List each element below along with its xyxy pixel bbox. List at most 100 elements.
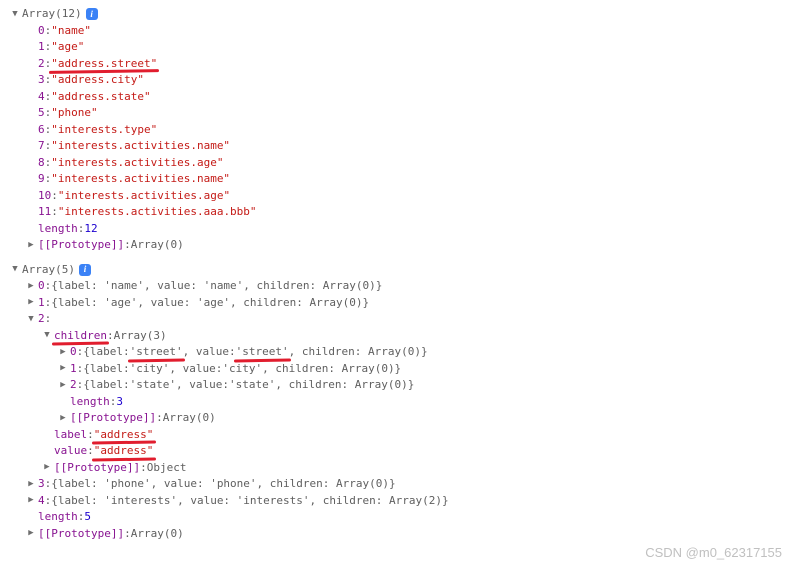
console-array-5: ▼ Array(5) i ▶ 0: {label: 'name', value:… xyxy=(10,262,802,543)
console-array-12: ▼ Array(12) i ▶0: "name"▶1: "age"▶2: "ad… xyxy=(10,6,802,254)
chevron-right-icon[interactable]: ▶ xyxy=(26,478,36,492)
tree-row[interactable]: ▶ 4: {label: 'interests', value: 'intere… xyxy=(26,493,802,510)
info-icon[interactable]: i xyxy=(86,8,98,20)
index-label: 6 xyxy=(38,122,45,139)
prototype-value: Array(0) xyxy=(163,410,216,427)
object-summary: {label: 'name', value: 'name', children:… xyxy=(51,278,382,295)
children-value: Array(3) xyxy=(114,328,167,345)
label-value: 'state' xyxy=(130,377,176,394)
index-label: 2 xyxy=(70,377,77,394)
array-12-header-row[interactable]: ▼ Array(12) i xyxy=(10,6,802,23)
chevron-right-icon[interactable]: ▶ xyxy=(42,461,52,475)
label-value: 'city' xyxy=(130,361,170,378)
label-value: "address" xyxy=(94,427,154,444)
array-12-header: Array(12) xyxy=(22,6,82,23)
tree-row[interactable]: ▶ 0: {label: 'name', value: 'name', chil… xyxy=(26,278,802,295)
watermark-text: CSDN @m0_62317155 xyxy=(645,543,782,563)
children-label: children xyxy=(54,328,107,345)
string-value: "name" xyxy=(51,23,91,40)
children-proto-row[interactable]: ▶ [[Prototype]]: Array(0) xyxy=(58,410,802,427)
length-value: 12 xyxy=(84,221,97,238)
prototype-label: [[Prototype]] xyxy=(38,526,124,543)
chevron-right-icon[interactable]: ▶ xyxy=(26,494,36,508)
index-label: 2 xyxy=(38,311,45,328)
value-value: 'street' xyxy=(236,344,289,361)
info-icon[interactable]: i xyxy=(79,264,91,276)
string-value: "interests.activities.name" xyxy=(51,138,230,155)
chevron-down-icon[interactable]: ▼ xyxy=(42,329,52,343)
value-key: value xyxy=(54,443,87,460)
array-5-proto-row[interactable]: ▶ [[Prototype]]: Array(0) xyxy=(26,526,802,543)
index-label: 3 xyxy=(38,72,45,89)
tree-row: ▶1: "age" xyxy=(26,39,802,56)
proto-row[interactable]: ▶ [[Prototype]]: Object xyxy=(42,460,802,477)
chevron-right-icon[interactable]: ▶ xyxy=(58,379,68,393)
chevron-down-icon[interactable]: ▼ xyxy=(10,263,20,277)
array-5-header-row[interactable]: ▼ Array(5) i xyxy=(10,262,802,279)
index-label: 11 xyxy=(38,204,51,221)
tree-row[interactable]: ▶ 3: {label: 'phone', value: 'phone', ch… xyxy=(26,476,802,493)
chevron-right-icon[interactable]: ▶ xyxy=(58,412,68,426)
string-value: "address.city" xyxy=(51,72,144,89)
prototype-value: Array(0) xyxy=(131,237,184,254)
label-value: 'street' xyxy=(130,344,183,361)
tree-row[interactable]: ▶2: {label: 'state', value: 'state', chi… xyxy=(58,377,802,394)
string-value: "address.street" xyxy=(51,56,157,73)
tree-row[interactable]: ▶ 1: {label: 'age', value: 'age', childr… xyxy=(26,295,802,312)
index-label: 0 xyxy=(38,23,45,40)
tree-row[interactable]: ▶1: {label: 'city', value: 'city', child… xyxy=(58,361,802,378)
chevron-down-icon[interactable]: ▼ xyxy=(26,313,36,327)
string-value: "age" xyxy=(51,39,84,56)
prototype-label: [[Prototype]] xyxy=(38,237,124,254)
index-label: 9 xyxy=(38,171,45,188)
label-row: ▶ label: "address" xyxy=(42,427,802,444)
prototype-label: [[Prototype]] xyxy=(70,410,156,427)
chevron-right-icon[interactable]: ▶ xyxy=(58,362,68,376)
length-label: length xyxy=(70,394,110,411)
prototype-value: Array(0) xyxy=(131,526,184,543)
index-label: 4 xyxy=(38,89,45,106)
tree-row: ▶3: "address.city" xyxy=(26,72,802,89)
index-label: 8 xyxy=(38,155,45,172)
array-12-length-row: ▶ length: 12 xyxy=(26,221,802,238)
index-label: 1 xyxy=(70,361,77,378)
chevron-right-icon[interactable]: ▶ xyxy=(26,280,36,294)
string-value: "phone" xyxy=(51,105,97,122)
length-value: 3 xyxy=(116,394,123,411)
value-row: ▶ value: "address" xyxy=(42,443,802,460)
label-key: label xyxy=(54,427,87,444)
chevron-right-icon[interactable]: ▶ xyxy=(58,346,68,360)
object-summary: {label: 'age', value: 'age', children: A… xyxy=(51,295,369,312)
tree-row: ▶8: "interests.activities.age" xyxy=(26,155,802,172)
tree-row-expanded[interactable]: ▼ 2: xyxy=(26,311,802,328)
string-value: "interests.activities.name" xyxy=(51,171,230,188)
string-value: "interests.type" xyxy=(51,122,157,139)
tree-row: ▶6: "interests.type" xyxy=(26,122,802,139)
index-label: 4 xyxy=(38,493,45,510)
value-value: 'state' xyxy=(229,377,275,394)
length-label: length xyxy=(38,221,78,238)
index-label: 0 xyxy=(70,344,77,361)
tree-row[interactable]: ▶0: {label: 'street', value: 'street', c… xyxy=(58,344,802,361)
value-value: "address" xyxy=(94,443,154,460)
chevron-right-icon[interactable]: ▶ xyxy=(26,527,36,541)
chevron-right-icon[interactable]: ▶ xyxy=(26,296,36,310)
prototype-value: Object xyxy=(147,460,187,477)
tree-row: ▶4: "address.state" xyxy=(26,89,802,106)
index-label: 0 xyxy=(38,278,45,295)
tree-row: ▶0: "name" xyxy=(26,23,802,40)
index-label: 5 xyxy=(38,105,45,122)
chevron-down-icon[interactable]: ▼ xyxy=(10,8,20,22)
object-summary: {label: 'interests', value: 'interests',… xyxy=(51,493,448,510)
children-length-row: ▶ length: 3 xyxy=(58,394,802,411)
tree-row: ▶10: "interests.activities.age" xyxy=(26,188,802,205)
array-12-proto-row[interactable]: ▶ [[Prototype]]: Array(0) xyxy=(26,237,802,254)
tree-row: ▶9: "interests.activities.name" xyxy=(26,171,802,188)
prototype-label: [[Prototype]] xyxy=(54,460,140,477)
string-value: "interests.activities.age" xyxy=(51,155,223,172)
index-label: 1 xyxy=(38,295,45,312)
string-value: "interests.activities.age" xyxy=(58,188,230,205)
children-row[interactable]: ▼ children: Array(3) xyxy=(42,328,802,345)
string-value: "address.state" xyxy=(51,89,150,106)
chevron-right-icon[interactable]: ▶ xyxy=(26,239,36,253)
